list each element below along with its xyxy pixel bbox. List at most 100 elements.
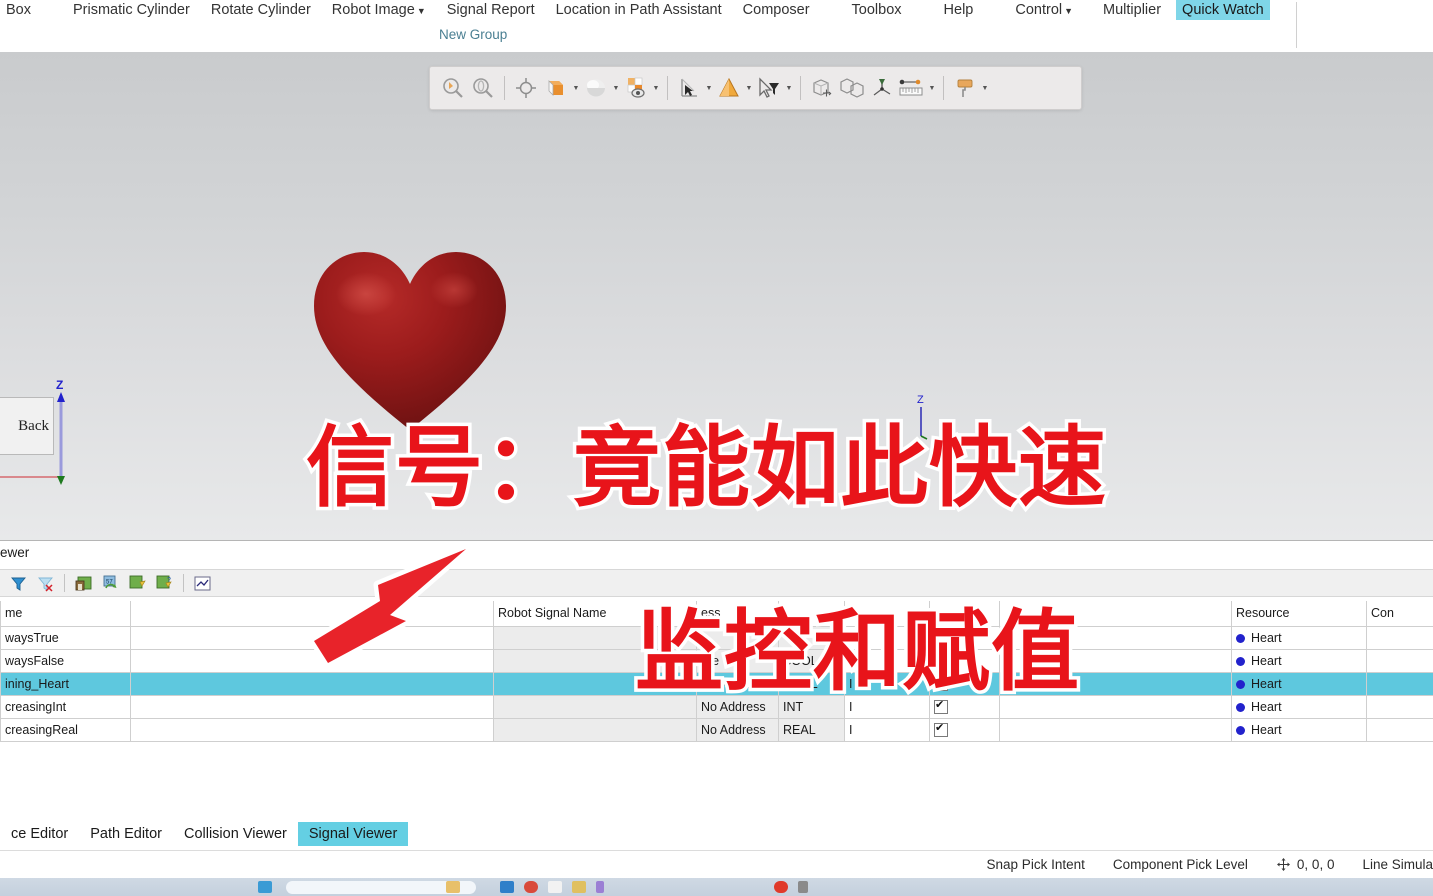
visibility-eye-icon[interactable]	[621, 72, 651, 104]
ribbon-item-composer[interactable]: Composer	[737, 0, 816, 20]
cell-signal-name[interactable]: creasingInt	[0, 694, 131, 719]
cell-signal-name[interactable]: waysFalse	[0, 648, 131, 673]
cell-type[interactable]: INT	[778, 694, 845, 719]
ribbon-item-toolbox[interactable]: Toolbox	[846, 0, 908, 20]
taskbar-icon-app-red2[interactable]	[774, 881, 788, 893]
move-part-icon[interactable]	[807, 72, 837, 104]
col-header-enabled[interactable]	[929, 601, 1000, 627]
paint-roller-icon[interactable]	[950, 72, 980, 104]
cell-extra[interactable]	[999, 671, 1232, 696]
ribbon-item-signal-report[interactable]: Signal Report	[441, 0, 541, 20]
pivot-icon[interactable]	[867, 72, 897, 104]
col-header-io[interactable]	[844, 601, 930, 627]
measure-pointer-icon[interactable]	[674, 72, 704, 104]
table-row[interactable]: waysFalse dre BOOL Heart	[0, 648, 1433, 673]
cell-signal-name[interactable]: ining_Heart	[0, 671, 131, 696]
cell-signal-name[interactable]: waysTrue	[0, 625, 131, 650]
chevron-down-icon[interactable]: ▼	[611, 72, 621, 104]
chevron-down-icon[interactable]: ▼	[784, 72, 794, 104]
col-header-value[interactable]	[130, 601, 494, 627]
checkbox-icon[interactable]	[934, 698, 948, 714]
tab-path-editor[interactable]: Path Editor	[79, 822, 173, 846]
checkbox-icon[interactable]	[934, 675, 948, 691]
new-group-label[interactable]: New Group	[439, 27, 507, 42]
cell-comment[interactable]	[1366, 648, 1433, 673]
ribbon-item-control[interactable]: Control ▼	[1009, 0, 1079, 20]
filter-icon[interactable]	[5, 571, 32, 595]
cell-robot-signal-name[interactable]	[493, 671, 697, 696]
ribbon-item-box[interactable]: Box	[0, 0, 37, 20]
chevron-down-icon[interactable]: ▼	[651, 72, 661, 104]
col-header-extra[interactable]	[999, 601, 1232, 627]
taskbar-icon-app-red[interactable]	[524, 881, 538, 893]
table-row[interactable]: creasingReal No AddressREALI Heart	[0, 717, 1433, 742]
cell-robot-signal-name[interactable]	[493, 694, 697, 719]
chevron-down-icon[interactable]: ▼	[927, 72, 937, 104]
taskbar-icon-start[interactable]	[258, 881, 272, 893]
chevron-down-icon[interactable]: ▼	[980, 72, 990, 104]
zoom-select-icon[interactable]	[438, 72, 468, 104]
cell-io[interactable]: I	[844, 717, 930, 742]
cell-robot-signal-name[interactable]	[493, 625, 697, 650]
cell-resource[interactable]: Heart	[1231, 671, 1367, 696]
cell-io[interactable]: I	[844, 671, 930, 696]
taskbar-icon-app-blue[interactable]	[500, 881, 514, 893]
taskbar-icon-app-purple[interactable]	[596, 881, 604, 893]
taskbar-icon-app-yellow[interactable]	[572, 881, 586, 893]
cell-enabled-checkbox[interactable]	[929, 671, 1000, 696]
cell-extra[interactable]	[999, 717, 1232, 742]
col-header-comment[interactable]: Con	[1366, 601, 1433, 627]
status-line-simulation[interactable]: Line Simula	[1362, 857, 1433, 872]
cell-signal-name[interactable]: creasingReal	[0, 717, 131, 742]
table-row[interactable]: waysTrue Heart	[0, 625, 1433, 650]
ribbon-item-rotate-cylinder[interactable]: Rotate Cylinder	[205, 0, 317, 20]
cell-address[interactable]: No Address	[696, 694, 779, 719]
tab-ce-editor[interactable]: ce Editor	[0, 822, 79, 846]
ribbon-item-location-in-path-assistant[interactable]: Location in Path Assistant	[550, 0, 728, 20]
cell-enabled-checkbox[interactable]	[929, 625, 1000, 650]
cell-comment[interactable]	[1366, 717, 1433, 742]
taskbar-icon-app-active[interactable]	[548, 881, 562, 893]
filter-pointer-icon[interactable]	[754, 72, 784, 104]
heart-3d-model[interactable]	[310, 242, 510, 437]
status-snap-pick-intent[interactable]: Snap Pick Intent	[987, 857, 1085, 872]
tab-collision-viewer[interactable]: Collision Viewer	[173, 822, 298, 846]
cell-value[interactable]	[130, 625, 494, 650]
checkbox-icon[interactable]	[934, 721, 948, 737]
signal-table[interactable]: me Robot Signal Name ess Resource Con wa…	[0, 601, 1433, 742]
cell-type[interactable]: BOOL	[778, 671, 845, 696]
view-cube-back[interactable]: Back	[0, 397, 54, 455]
taskbar-icon-app-gray[interactable]	[798, 881, 808, 893]
col-header-name[interactable]: me	[0, 601, 131, 627]
cell-resource[interactable]: Heart	[1231, 648, 1367, 673]
cell-address[interactable]: No Address	[696, 717, 779, 742]
export-signal-icon[interactable]	[124, 571, 151, 595]
3d-viewport[interactable]: ▼ ▼ ▼ ▼ ▼ ▼ ▼ ▼ Back Z Z	[0, 52, 1433, 540]
cell-resource[interactable]: Heart	[1231, 625, 1367, 650]
cell-comment[interactable]	[1366, 671, 1433, 696]
cell-address[interactable]	[696, 625, 779, 650]
ribbon-item-robot-image[interactable]: Robot Image ▼	[326, 0, 432, 20]
cell-value[interactable]	[130, 671, 494, 696]
cell-extra[interactable]	[999, 694, 1232, 719]
cell-value[interactable]	[130, 717, 494, 742]
table-row[interactable]: creasingInt No AddressINTI Heart	[0, 694, 1433, 719]
cell-comment[interactable]	[1366, 625, 1433, 650]
cell-value[interactable]	[130, 648, 494, 673]
col-header-robot-signal[interactable]: Robot Signal Name	[493, 601, 697, 627]
cell-io[interactable]: I	[844, 694, 930, 719]
cell-robot-signal-name[interactable]	[493, 648, 697, 673]
cone-icon[interactable]	[714, 72, 744, 104]
ribbon-item-prismatic-cylinder[interactable]: Prismatic Cylinder	[67, 0, 196, 20]
cell-enabled-checkbox[interactable]	[929, 694, 1000, 719]
cell-io[interactable]	[844, 648, 930, 673]
cell-io[interactable]	[844, 625, 930, 650]
cell-value[interactable]	[130, 694, 494, 719]
ribbon-item-quick-watch[interactable]: Quick Watch	[1176, 0, 1270, 20]
col-header-type[interactable]	[778, 601, 845, 627]
chevron-down-icon[interactable]: ▼	[571, 72, 581, 104]
chevron-down-icon[interactable]: ▼	[704, 72, 714, 104]
status-coordinates-group[interactable]: 0, 0, 0	[1276, 857, 1334, 872]
cell-enabled-checkbox[interactable]	[929, 717, 1000, 742]
clear-filter-icon[interactable]	[32, 571, 59, 595]
